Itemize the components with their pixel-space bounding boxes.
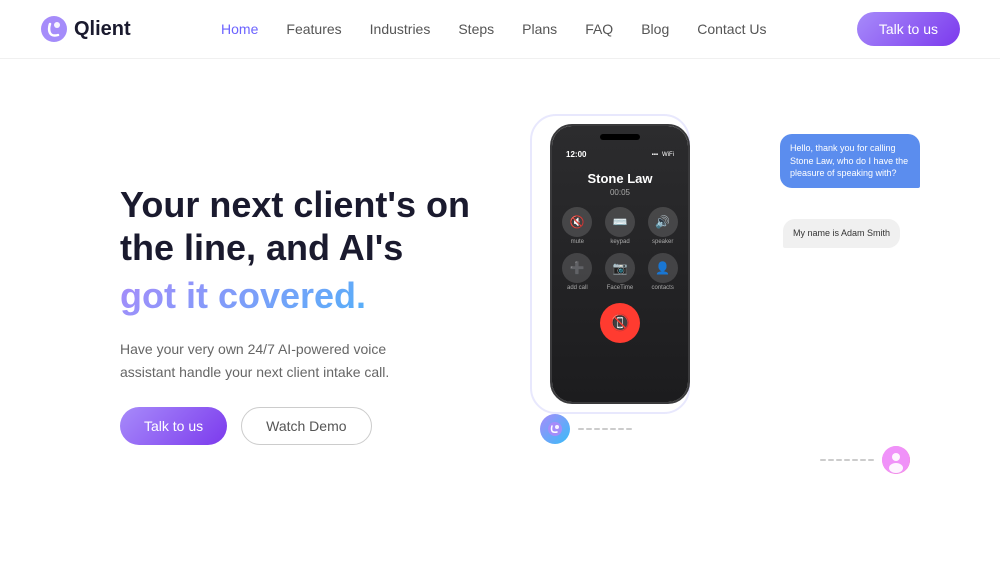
hero-buttons: Talk to us Watch Demo bbox=[120, 407, 470, 445]
keypad-icon: ⌨️ bbox=[605, 207, 635, 237]
user-typing-dots bbox=[820, 459, 874, 461]
speaker-label: speaker bbox=[652, 239, 673, 245]
dot-5 bbox=[610, 428, 616, 430]
end-call-icon: 📵 bbox=[610, 313, 630, 333]
add-call-button[interactable]: ➕ add call bbox=[560, 253, 595, 291]
logo-text: Qlient bbox=[74, 18, 131, 41]
dot-6 bbox=[618, 428, 624, 430]
phone-body: 12:00 ▪▪▪ WiFi Stone Law 00:05 🔇 mute bbox=[550, 124, 690, 404]
hero-title-gradient: got it covered. bbox=[120, 273, 470, 320]
add-call-icon: ➕ bbox=[562, 253, 592, 283]
facetime-button[interactable]: 📷 FaceTime bbox=[603, 253, 638, 291]
end-call-button[interactable]: 📵 bbox=[600, 303, 640, 343]
contacts-button[interactable]: 👤 contacts bbox=[645, 253, 680, 291]
dot-3 bbox=[594, 428, 600, 430]
navbar: Qlient Home Features Industries Steps Pl… bbox=[0, 0, 1000, 59]
contacts-icon: 👤 bbox=[648, 253, 678, 283]
user-avatar-image bbox=[882, 446, 910, 474]
signal-icon: ▪▪▪ bbox=[652, 152, 658, 158]
qlient-ai-icon bbox=[547, 421, 563, 437]
caller-name: Stone Law bbox=[587, 171, 652, 186]
user-bubble-text: My name is Adam Smith bbox=[793, 228, 890, 238]
dot-1 bbox=[578, 428, 584, 430]
nav-links: Home Features Industries Steps Plans FAQ… bbox=[221, 21, 766, 37]
mute-button[interactable]: 🔇 mute bbox=[560, 207, 595, 245]
facetime-label: FaceTime bbox=[607, 285, 633, 291]
phone-notch bbox=[600, 134, 640, 140]
hero-section: Your next client's on the line, and AI's… bbox=[0, 59, 1000, 569]
facetime-icon: 📷 bbox=[605, 253, 635, 283]
phone-time: 12:00 bbox=[566, 150, 586, 159]
hero-content: Your next client's on the line, and AI's… bbox=[120, 183, 470, 445]
hero-talk-button[interactable]: Talk to us bbox=[120, 407, 227, 445]
ai-indicator bbox=[540, 414, 632, 444]
ai-chat-bubble: Hello, thank you for calling Stone Law, … bbox=[780, 134, 920, 188]
nav-home[interactable]: Home bbox=[221, 21, 258, 37]
phone-screen: 12:00 ▪▪▪ WiFi Stone Law 00:05 🔇 mute bbox=[552, 126, 688, 402]
dot-2 bbox=[586, 428, 592, 430]
nav-features[interactable]: Features bbox=[286, 21, 341, 37]
nav-blog[interactable]: Blog bbox=[641, 21, 669, 37]
logo-icon bbox=[40, 15, 68, 43]
phone-mockup: 12:00 ▪▪▪ WiFi Stone Law 00:05 🔇 mute bbox=[550, 124, 690, 404]
mute-label: mute bbox=[571, 239, 584, 245]
u-dot-4 bbox=[844, 459, 850, 461]
caller-sub: 00:05 bbox=[610, 188, 630, 197]
u-dot-7 bbox=[868, 459, 874, 461]
hero-demo-button[interactable]: Watch Demo bbox=[241, 407, 371, 445]
nav-cta-button[interactable]: Talk to us bbox=[857, 12, 960, 46]
phone-status-bar: 12:00 ▪▪▪ WiFi bbox=[560, 150, 680, 159]
u-dot-5 bbox=[852, 459, 858, 461]
mute-icon: 🔇 bbox=[562, 207, 592, 237]
user-avatar bbox=[882, 446, 910, 474]
speaker-button[interactable]: 🔊 speaker bbox=[645, 207, 680, 245]
ai-bubble-text: Hello, thank you for calling Stone Law, … bbox=[790, 143, 908, 178]
keypad-button[interactable]: ⌨️ keypad bbox=[603, 207, 638, 245]
hero-visual: 12:00 ▪▪▪ WiFi Stone Law 00:05 🔇 mute bbox=[500, 104, 920, 524]
call-controls-row2: ➕ add call 📷 FaceTime 👤 contacts bbox=[560, 253, 680, 291]
dot-4 bbox=[602, 428, 608, 430]
u-dot-2 bbox=[828, 459, 834, 461]
dot-7 bbox=[626, 428, 632, 430]
logo: Qlient bbox=[40, 15, 131, 43]
phone-status-icons: ▪▪▪ WiFi bbox=[652, 152, 674, 158]
hero-title-line1: Your next client's on the line, and AI's bbox=[120, 183, 470, 269]
nav-contact[interactable]: Contact Us bbox=[697, 21, 766, 37]
u-dot-1 bbox=[820, 459, 826, 461]
add-call-label: add call bbox=[567, 285, 588, 291]
nav-steps[interactable]: Steps bbox=[458, 21, 494, 37]
ai-typing-dots bbox=[578, 428, 632, 430]
u-dot-6 bbox=[860, 459, 866, 461]
ai-avatar-icon bbox=[540, 414, 570, 444]
speaker-icon: 🔊 bbox=[648, 207, 678, 237]
user-indicator bbox=[820, 446, 910, 474]
hero-subtitle: Have your very own 24/7 AI-powered voice… bbox=[120, 338, 440, 383]
call-controls-row1: 🔇 mute ⌨️ keypad 🔊 speaker bbox=[560, 207, 680, 245]
nav-industries[interactable]: Industries bbox=[370, 21, 431, 37]
wifi-icon: WiFi bbox=[662, 152, 674, 158]
contacts-label: contacts bbox=[651, 285, 673, 291]
user-chat-bubble: My name is Adam Smith bbox=[783, 219, 900, 248]
u-dot-3 bbox=[836, 459, 842, 461]
keypad-label: keypad bbox=[610, 239, 629, 245]
nav-plans[interactable]: Plans bbox=[522, 21, 557, 37]
nav-faq[interactable]: FAQ bbox=[585, 21, 613, 37]
